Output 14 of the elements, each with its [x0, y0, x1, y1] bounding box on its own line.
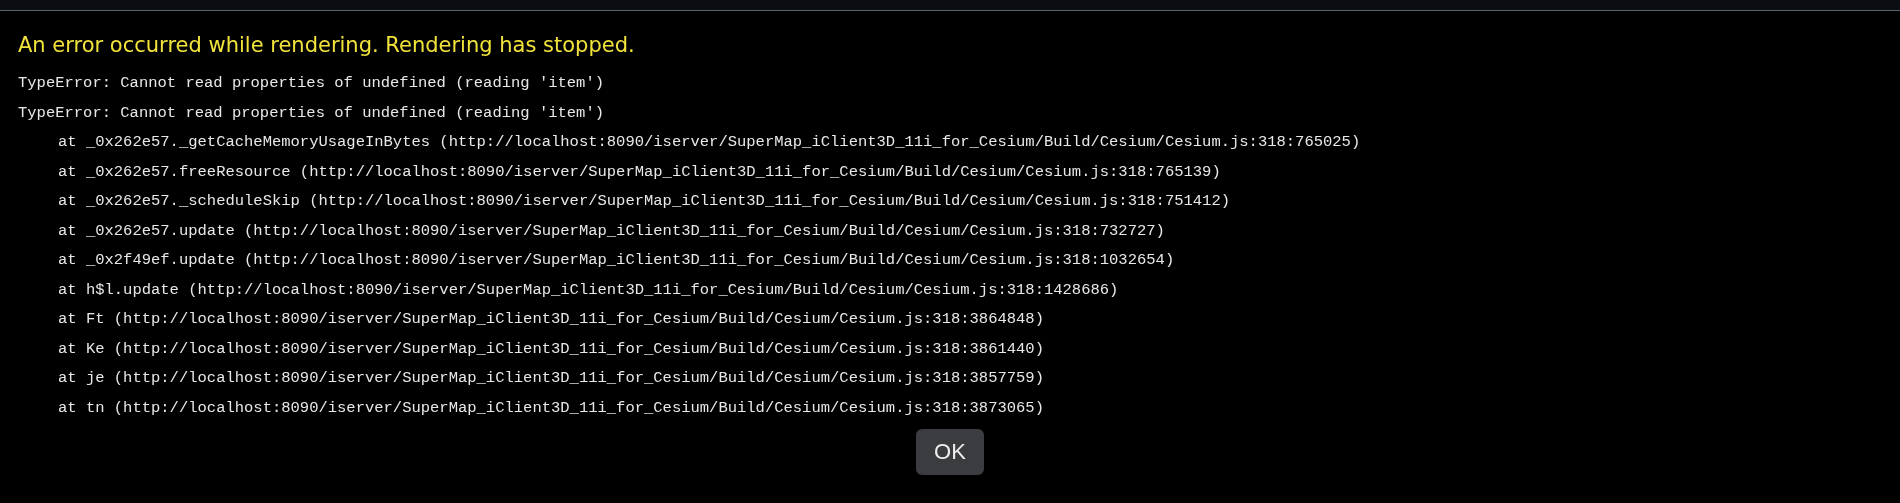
error-message: TypeError: Cannot read properties of undefined (reading 'item'): [18, 73, 605, 94]
error-title: An error occurred while rendering. Rendering has stopped.: [18, 32, 636, 59]
stack-frame: at Ft (http://localhost:8090/iserver/SuperMap_iClient3D_11i_for_Cesium/Build/Cesium/Cesium.js:318:3864848): [18, 305, 1882, 335]
stack-frame: at h$l.update (http://localhost:8090/iserver/SuperMap_iClient3D_11i_for_Cesium/Build/Cesium/Cesium.js:318:1428686): [18, 275, 1882, 305]
ok-button[interactable]: OK: [916, 429, 984, 475]
error-message: TypeError: Cannot read properties of undefined (reading 'item'): [18, 102, 605, 124]
stack-frame: at tn (http://localhost:8090/iserver/SuperMap_iClient3D_11i_for_Cesium/Build/Cesium/Cesium.js:318:3873065): [18, 393, 1882, 423]
stack-frame: at _0x262e57._scheduleSkip (http://localhost:8090/iserver/SuperMap_iClient3D_11i_for_Cesium/Build/Cesium/Cesium.js:318:751412): [18, 187, 1882, 217]
stack-frame: at _0x262e57._getCacheMemoryUsageInBytes (http://localhost:8090/iserver/SuperMap_iClient3D_11i_for_Cesium/Build/Cesium/Cesium.js:318:765025): [18, 128, 1882, 158]
stack-frame: at _0x262e57.freeResource (http://localhost:8090/iserver/SuperMap_iClient3D_11i_for_Cesium/Build/Cesium/Cesium.js:318:765139): [18, 157, 1882, 187]
stack-frame: at je (http://localhost:8090/iserver/SuperMap_iClient3D_11i_for_Cesium/Build/Cesium/Cesium.js:318:3857759): [18, 364, 1882, 394]
stack-frame: at _0x2f49ef.update (http://localhost:8090/iserver/SuperMap_iClient3D_11i_for_Cesium/Build/Cesium/Cesium.js:318:1032654): [18, 246, 1882, 276]
stack-frame: at _0x262e57.update (http://localhost:8090/iserver/SuperMap_iClient3D_11i_for_Cesium/Build/Cesium/Cesium.js:318:732727): [18, 216, 1882, 246]
stack-frame: at Ke (http://localhost:8090/iserver/SuperMap_iClient3D_11i_for_Cesium/Build/Cesium/Cesium.js:318:3861440): [18, 334, 1882, 364]
